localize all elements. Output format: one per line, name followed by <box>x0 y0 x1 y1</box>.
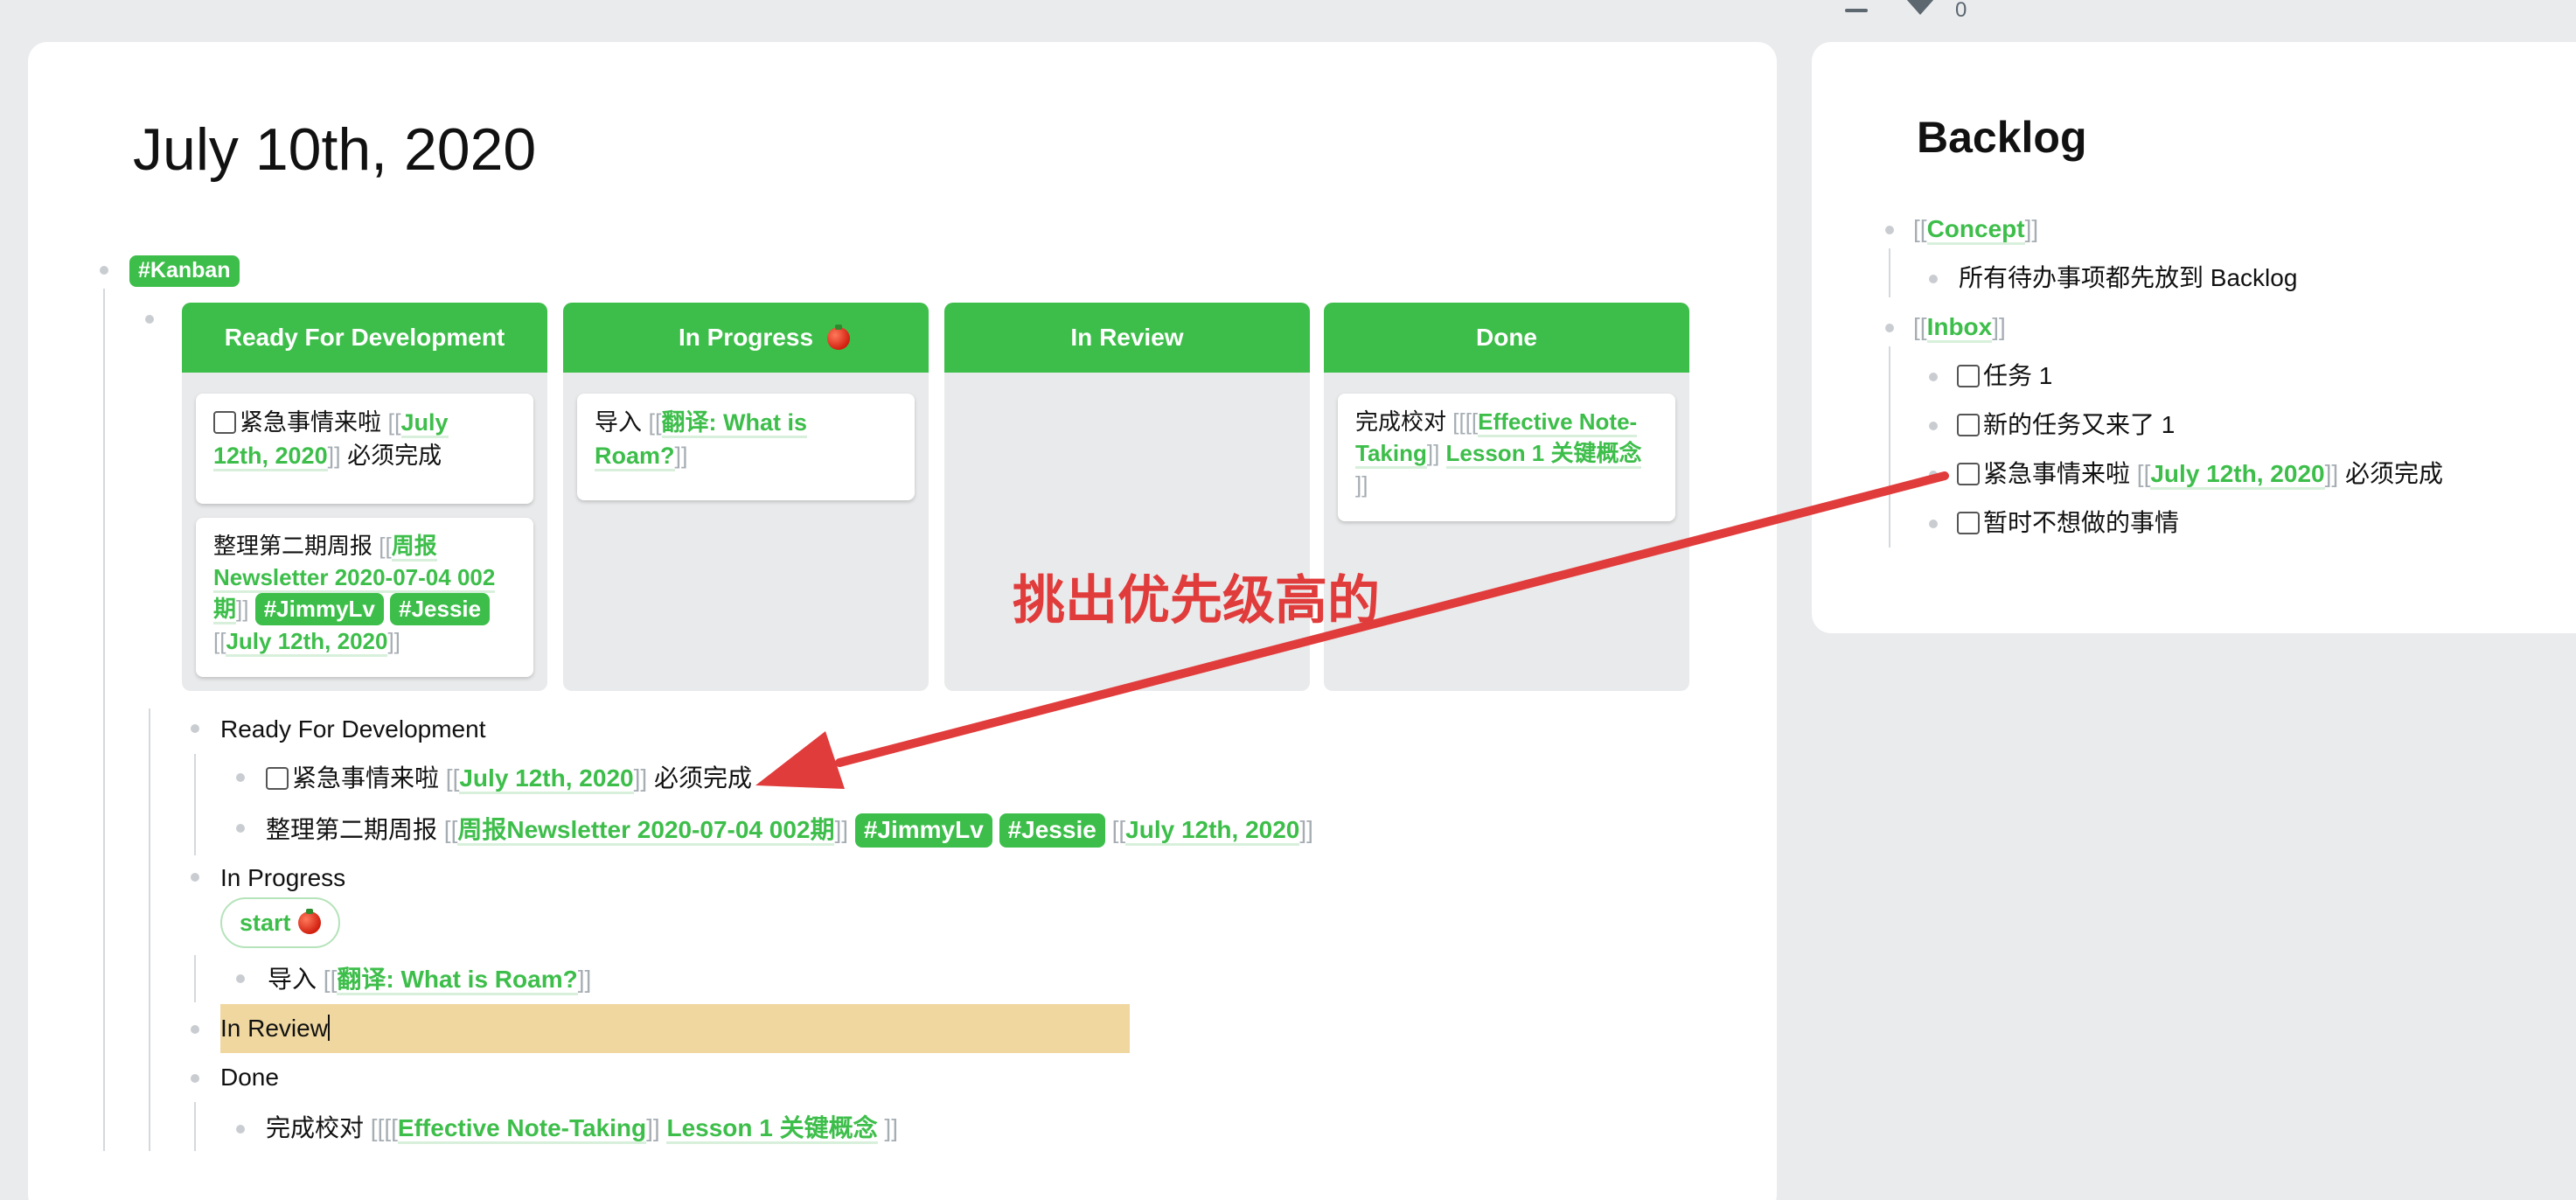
annotation-arrow <box>755 471 1949 789</box>
